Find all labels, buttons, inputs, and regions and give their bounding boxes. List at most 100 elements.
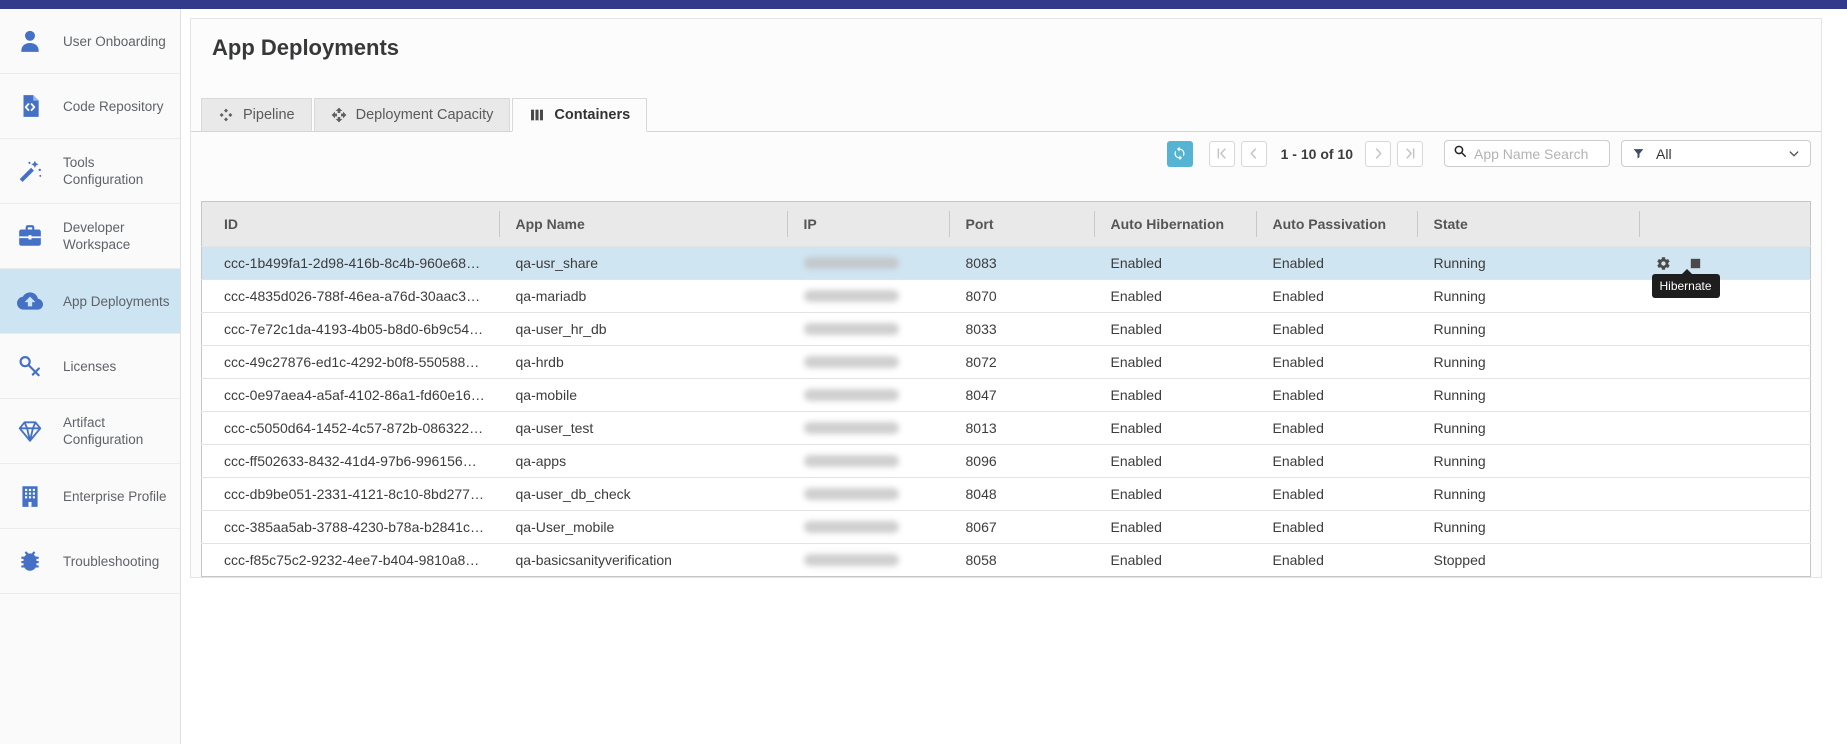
sidebar-item-code-repository[interactable]: Code Repository [0,74,180,139]
table-row[interactable]: ccc-49c27876-ed1c-4292-b0f8-550588…qa-hr… [202,346,1811,379]
table-toolbar: 1 - 10 of 10 All [1167,140,1811,167]
sidebar-item-label: Developer Workspace [63,219,177,253]
column-header-auto-passivation: Auto Passivation [1257,202,1418,247]
table-row[interactable]: ccc-0e97aea4-a5af-4102-86a1-fd60e16…qa-m… [202,379,1811,412]
cell-port: 8083 [950,247,1095,280]
bug-icon [17,548,43,574]
user-icon [17,28,43,54]
refresh-button[interactable] [1167,141,1193,167]
previous-page-button[interactable] [1241,141,1267,167]
next-page-button[interactable] [1365,141,1391,167]
cell-ip [788,478,950,511]
sidebar-item-troubleshooting[interactable]: Troubleshooting [0,529,180,594]
cell-actions: Hibernate [1640,247,1811,280]
sidebar-item-developer-workspace[interactable]: Developer Workspace [0,204,180,269]
containers-table-wrap: IDApp NameIPPortAuto HibernationAuto Pas… [201,201,1811,577]
cell-actions [1640,544,1811,577]
cell-ip [788,280,950,313]
table-body: ccc-1b499fa1-2d98-416b-8c4b-960e68…qa-us… [202,247,1811,577]
tab-label: Deployment Capacity [356,107,494,123]
previous-page-icon [1246,146,1261,161]
cell-auto-passivation: Enabled [1257,346,1418,379]
cell-port: 8048 [950,478,1095,511]
settings-gear-icon[interactable] [1656,256,1671,271]
magic-wand-icon [17,158,43,184]
cell-app-name: qa-apps [500,445,788,478]
sidebar-item-tools-configuration[interactable]: Tools Configuration [0,139,180,204]
cell-id: ccc-ff502633-8432-41d4-97b6-996156… [202,445,500,478]
cell-ip [788,511,950,544]
table-row[interactable]: ccc-db9be051-2331-4121-8c10-8bd277…qa-us… [202,478,1811,511]
ip-redacted-blur [804,554,899,566]
tab-containers[interactable]: Containers [512,98,647,132]
cell-state: Running [1418,511,1640,544]
cell-actions [1640,511,1811,544]
page-range-label: 1 - 10 of 10 [1273,146,1365,162]
sidebar-item-enterprise-profile[interactable]: Enterprise Profile [0,464,180,529]
state-filter-dropdown[interactable]: All [1621,140,1811,167]
column-header-ip: IP [788,202,950,247]
app-name-search-input[interactable] [1474,146,1601,162]
search-icon [1453,144,1467,163]
ip-redacted-blur [804,389,899,401]
cell-actions [1640,412,1811,445]
cell-port: 8013 [950,412,1095,445]
table-row[interactable]: ccc-f85c75c2-9232-4ee7-b404-9810a8…qa-ba… [202,544,1811,577]
table-row[interactable]: ccc-4835d026-788f-46ea-a76d-30aac3…qa-ma… [202,280,1811,313]
sidebar-item-label: Code Repository [63,98,177,115]
cell-app-name: qa-user_db_check [500,478,788,511]
diamond-icon [17,418,43,444]
sidebar-item-label: Artifact Configuration [63,414,177,448]
code-file-icon [17,93,43,119]
table-row[interactable]: ccc-1b499fa1-2d98-416b-8c4b-960e68…qa-us… [202,247,1811,280]
ip-redacted-blur [804,455,899,467]
cell-port: 8033 [950,313,1095,346]
table-row[interactable]: ccc-385aa5ab-3788-4230-b78a-b2841c…qa-Us… [202,511,1811,544]
cell-ip [788,313,950,346]
top-navbar [0,0,1847,9]
table-row[interactable]: ccc-7e72c1da-4193-4b05-b8d0-6b9c54…qa-us… [202,313,1811,346]
column-header-port: Port [950,202,1095,247]
cell-auto-hibernation: Enabled [1095,379,1257,412]
cell-auto-passivation: Enabled [1257,412,1418,445]
cell-auto-hibernation: Enabled [1095,511,1257,544]
sidebar-item-label: App Deployments [63,293,177,310]
cell-app-name: qa-usr_share [500,247,788,280]
cell-auto-passivation: Enabled [1257,478,1418,511]
cell-app-name: qa-mariadb [500,280,788,313]
cell-actions [1640,379,1811,412]
sidebar-item-artifact-configuration[interactable]: Artifact Configuration [0,399,180,464]
table-header-row: IDApp NameIPPortAuto HibernationAuto Pas… [202,202,1811,247]
cell-auto-hibernation: Enabled [1095,445,1257,478]
sidebar-item-label: Licenses [63,358,177,375]
key-icon [17,353,43,379]
ip-redacted-blur [804,323,899,335]
column-header-actions [1640,202,1811,247]
cell-id: ccc-4835d026-788f-46ea-a76d-30aac3… [202,280,500,313]
sidebar-item-user-onboarding[interactable]: User Onboarding [0,9,180,74]
cell-auto-passivation: Enabled [1257,379,1418,412]
sidebar-item-app-deployments[interactable]: App Deployments [0,269,180,334]
cell-auto-hibernation: Enabled [1095,544,1257,577]
cell-id: ccc-0e97aea4-a5af-4102-86a1-fd60e16… [202,379,500,412]
column-header-id: ID [202,202,500,247]
sidebar-item-licenses[interactable]: Licenses [0,334,180,399]
cell-app-name: qa-User_mobile [500,511,788,544]
cell-ip [788,544,950,577]
ip-redacted-blur [804,521,899,533]
tab-label: Containers [554,107,630,123]
tab-pipeline[interactable]: Pipeline [201,98,312,131]
cell-id: ccc-385aa5ab-3788-4230-b78a-b2841c… [202,511,500,544]
cell-ip [788,379,950,412]
tab-deployment-capacity[interactable]: Deployment Capacity [314,98,511,131]
column-header-state: State [1418,202,1640,247]
table-row[interactable]: ccc-c5050d64-1452-4c57-872b-086322…qa-us… [202,412,1811,445]
cell-state: Running [1418,280,1640,313]
last-page-button[interactable] [1397,141,1423,167]
cell-auto-hibernation: Enabled [1095,313,1257,346]
first-page-button[interactable] [1209,141,1235,167]
cloud-upload-icon [17,288,43,314]
cell-actions [1640,313,1811,346]
cell-state: Running [1418,478,1640,511]
table-row[interactable]: ccc-ff502633-8432-41d4-97b6-996156…qa-ap… [202,445,1811,478]
